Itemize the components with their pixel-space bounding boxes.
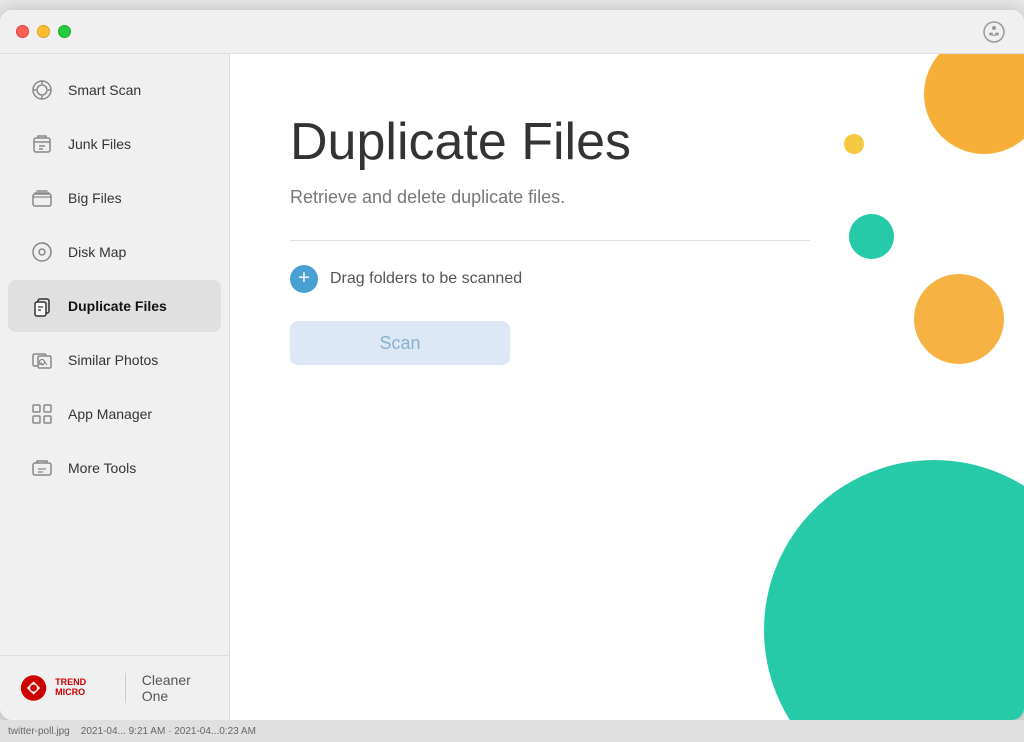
- app-icon: [980, 18, 1008, 46]
- brand-trend-label: TREND MICRO: [55, 678, 109, 698]
- title-bar: [0, 10, 1024, 54]
- main-window: Smart Scan Junk Files: [0, 10, 1024, 720]
- brand-logo: TREND MICRO Cleaner One: [20, 672, 209, 704]
- disk-map-icon: [28, 238, 56, 266]
- sidebar-item-app-manager[interactable]: App Manager: [8, 388, 221, 440]
- sidebar-nav: Smart Scan Junk Files: [0, 54, 229, 655]
- brand-divider: [125, 673, 126, 703]
- taskbar-info: twitter-poll.jpg 2021-04... 9:21 AM · 20…: [8, 726, 256, 737]
- drag-zone[interactable]: + Drag folders to be scanned: [290, 265, 964, 293]
- add-folder-button[interactable]: +: [290, 265, 318, 293]
- minimize-button[interactable]: [37, 25, 50, 38]
- brand-cleaner-label: Cleaner One: [142, 672, 209, 704]
- smart-scan-icon: [28, 76, 56, 104]
- sidebar-item-duplicate-files-label: Duplicate Files: [68, 298, 167, 314]
- traffic-lights: [16, 25, 71, 38]
- sidebar-item-duplicate-files[interactable]: Duplicate Files: [8, 280, 221, 332]
- sidebar-item-disk-map-label: Disk Map: [68, 244, 126, 260]
- sidebar-item-smart-scan[interactable]: Smart Scan: [8, 64, 221, 116]
- sidebar-item-junk-files-label: Junk Files: [68, 136, 131, 152]
- scan-button[interactable]: Scan: [290, 321, 510, 365]
- sidebar-item-smart-scan-label: Smart Scan: [68, 82, 141, 98]
- taskbar-content: twitter-poll.jpg 2021-04... 9:21 AM · 20…: [8, 726, 256, 737]
- sidebar-item-junk-files[interactable]: Junk Files: [8, 118, 221, 170]
- sidebar-item-big-files[interactable]: Big Files: [8, 172, 221, 224]
- sidebar-item-more-tools-label: More Tools: [68, 460, 136, 476]
- sidebar-footer: TREND MICRO Cleaner One: [0, 655, 229, 720]
- page-subtitle: Retrieve and delete duplicate files.: [290, 187, 964, 208]
- maximize-button[interactable]: [58, 25, 71, 38]
- sidebar-item-big-files-label: Big Files: [68, 190, 122, 206]
- app-manager-icon: [28, 400, 56, 428]
- deco-teal-large: [764, 460, 1024, 720]
- sidebar-item-similar-photos[interactable]: Similar Photos: [8, 334, 221, 386]
- content-inner: Duplicate Files Retrieve and delete dupl…: [230, 54, 1024, 405]
- sidebar-item-similar-photos-label: Similar Photos: [68, 352, 158, 368]
- section-divider: [290, 240, 810, 241]
- brand-text: TREND MICRO: [55, 678, 109, 698]
- plus-icon: +: [298, 268, 310, 288]
- sidebar: Smart Scan Junk Files: [0, 54, 230, 720]
- page-title: Duplicate Files: [290, 114, 964, 171]
- similar-photos-icon: [28, 346, 56, 374]
- big-files-icon: [28, 184, 56, 212]
- content-area: Duplicate Files Retrieve and delete dupl…: [230, 54, 1024, 720]
- drag-label: Drag folders to be scanned: [330, 270, 522, 288]
- main-layout: Smart Scan Junk Files: [0, 54, 1024, 720]
- taskbar: twitter-poll.jpg 2021-04... 9:21 AM · 20…: [0, 720, 1024, 742]
- sidebar-item-disk-map[interactable]: Disk Map: [8, 226, 221, 278]
- sidebar-item-app-manager-label: App Manager: [68, 406, 152, 422]
- junk-files-icon: [28, 130, 56, 158]
- close-button[interactable]: [16, 25, 29, 38]
- sidebar-item-more-tools[interactable]: More Tools: [8, 442, 221, 494]
- duplicate-files-icon: [28, 292, 56, 320]
- more-tools-icon: [28, 454, 56, 482]
